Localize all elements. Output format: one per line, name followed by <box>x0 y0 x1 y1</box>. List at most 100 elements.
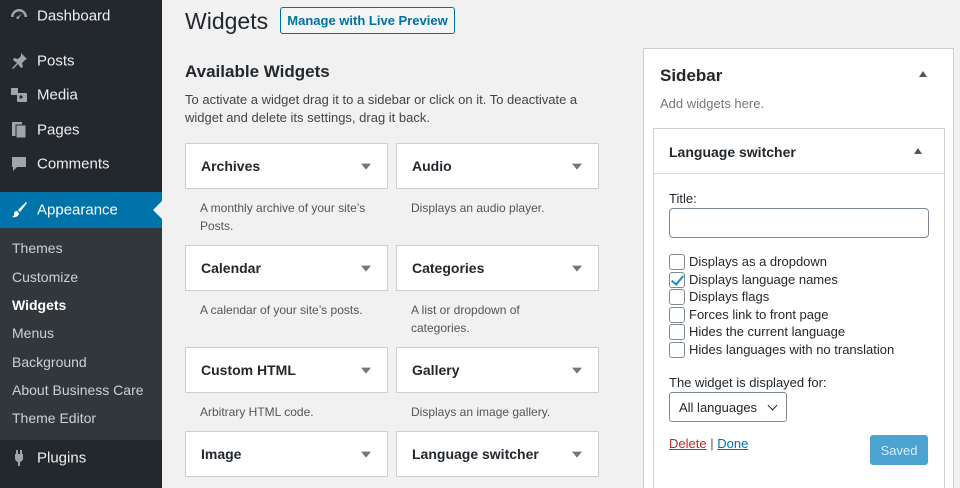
checkbox[interactable] <box>669 341 685 358</box>
title-input[interactable] <box>669 208 929 238</box>
widget-title: Categories <box>412 260 485 276</box>
widget-categories[interactable]: Categories <box>396 245 599 291</box>
link-separator: | <box>710 436 714 451</box>
checkbox[interactable] <box>669 253 685 270</box>
sidebar-area-title: Sidebar <box>660 66 723 85</box>
widget-description: Arbitrary HTML code. <box>200 405 314 419</box>
widget-title: Image <box>201 446 242 462</box>
submenu-item-theme-editor[interactable]: Theme Editor <box>12 410 96 426</box>
menu-label-plugins: Plugins <box>37 449 87 467</box>
menu-item-pages[interactable]: Pages <box>0 112 162 148</box>
widget-title: Gallery <box>412 362 460 378</box>
language-select[interactable]: All languages <box>669 392 787 422</box>
sidebar-area-hint: Add widgets here. <box>660 96 765 111</box>
expand-caret-icon[interactable] <box>361 451 371 458</box>
comments-icon <box>12 157 26 171</box>
saved-button[interactable]: Saved <box>870 435 928 465</box>
checkbox-label: Forces link to front page <box>689 307 829 322</box>
checkbox-label: Hides languages with no translation <box>689 342 895 357</box>
menu-label-comments: Comments <box>37 155 110 173</box>
menu-label-dashboard: Dashboard <box>37 7 111 25</box>
widget-description: Displays an image gallery. <box>411 405 551 419</box>
expand-caret-icon[interactable] <box>572 163 582 170</box>
menu-item-appearance[interactable]: Appearance <box>0 192 162 228</box>
widget-calendar[interactable]: Calendar <box>185 245 388 291</box>
menu-item-comments[interactable]: Comments <box>0 146 162 182</box>
submenu-item-menus[interactable]: Menus <box>12 325 54 341</box>
option-dropdown[interactable]: Displays as a dropdown <box>669 253 827 270</box>
available-widgets-heading: Available Widgets <box>185 62 330 81</box>
option-hide-untranslated[interactable]: Hides languages with no translation <box>669 341 894 358</box>
widget-description: A list or dropdown of categories. <box>411 303 520 335</box>
pages-icon <box>12 122 27 139</box>
media-icon <box>11 88 27 102</box>
option-force-front-page[interactable]: Forces link to front page <box>669 306 828 323</box>
checkbox-label: Displays as a dropdown <box>689 254 828 269</box>
expand-caret-icon[interactable] <box>361 265 371 272</box>
option-hide-current[interactable]: Hides the current language <box>669 323 845 340</box>
submenu-item-about-business-care[interactable]: About Business Care <box>12 382 144 398</box>
admin-sidebar: Dashboard Posts Media Pages Comments App… <box>0 0 162 488</box>
option-language-names[interactable]: Displays language names <box>669 271 838 288</box>
dashboard-icon <box>11 9 27 20</box>
menu-label-appearance: Appearance <box>37 201 118 219</box>
manage-live-preview-button[interactable]: Manage with Live Preview <box>280 7 455 34</box>
menu-item-dashboard[interactable]: Dashboard <box>0 0 162 34</box>
menu-item-media[interactable]: Media <box>0 77 162 113</box>
delete-link[interactable]: Delete <box>669 436 707 451</box>
widget-title: Calendar <box>201 260 261 276</box>
done-link[interactable]: Done <box>717 436 748 451</box>
submenu-item-widgets[interactable]: Widgets <box>12 297 66 313</box>
widget-image[interactable]: Image <box>185 431 388 477</box>
sidebar-widget-area: Sidebar Add widgets here. Language switc… <box>643 48 954 488</box>
menu-label-media: Media <box>37 86 78 104</box>
widget-audio[interactable]: Audio <box>396 143 599 189</box>
widget-description: A monthly archive of your site’s Posts. <box>200 201 366 233</box>
available-widgets-description: To activate a widget drag it to a sideba… <box>185 92 578 125</box>
menu-label-posts: Posts <box>37 52 75 70</box>
menu-label-pages: Pages <box>37 121 80 139</box>
chevron-down-icon <box>767 400 778 411</box>
menu-item-plugins[interactable]: Plugins <box>0 440 162 476</box>
collapse-arrow-icon[interactable] <box>914 148 922 154</box>
pushpin-icon <box>12 53 27 69</box>
display-for-label: The widget is displayed for: <box>669 375 827 390</box>
widget-header-title: Language switcher <box>669 144 796 160</box>
expand-caret-icon[interactable] <box>572 451 582 458</box>
title-label: Title: <box>669 191 697 206</box>
expand-caret-icon[interactable] <box>572 367 582 374</box>
checkbox[interactable] <box>669 306 685 323</box>
widget-title: Archives <box>201 158 261 174</box>
submenu-item-background[interactable]: Background <box>12 354 87 370</box>
widget-archives[interactable]: Archives <box>185 143 388 189</box>
widget-description: A calendar of your site’s posts. <box>200 303 363 317</box>
checkbox-label: Displays language names <box>689 272 838 287</box>
appearance-submenu: Themes Customize Widgets Menus Backgroun… <box>0 228 162 440</box>
paintbrush-icon <box>12 202 27 218</box>
plug-icon <box>14 450 24 466</box>
widget-language-switcher[interactable]: Language switcher <box>396 431 599 477</box>
checkbox[interactable] <box>669 323 685 340</box>
widget-header[interactable]: Language switcher <box>654 129 944 174</box>
language-switcher-widget: Language switcher Title: Displays as a d… <box>653 128 945 488</box>
widget-title: Audio <box>412 158 452 174</box>
expand-caret-icon[interactable] <box>361 163 371 170</box>
language-select-value: All languages <box>679 400 758 415</box>
option-flags[interactable]: Displays flags <box>669 288 769 305</box>
expand-caret-icon[interactable] <box>361 367 371 374</box>
collapse-arrow-icon[interactable] <box>919 71 927 77</box>
widget-gallery[interactable]: Gallery <box>396 347 599 393</box>
widget-title: Custom HTML <box>201 362 296 378</box>
submenu-item-customize[interactable]: Customize <box>12 269 78 285</box>
widget-description: Displays an audio player. <box>411 201 545 215</box>
checkbox-checked[interactable] <box>669 271 685 288</box>
active-menu-arrow <box>153 201 162 219</box>
page-title: Widgets <box>185 8 269 34</box>
checkbox-label: Hides the current language <box>689 324 846 339</box>
menu-item-posts[interactable]: Posts <box>0 43 162 79</box>
submenu-item-themes[interactable]: Themes <box>12 240 63 256</box>
expand-caret-icon[interactable] <box>572 265 582 272</box>
widget-title: Language switcher <box>412 446 539 462</box>
checkbox[interactable] <box>669 288 685 305</box>
widget-custom-html[interactable]: Custom HTML <box>185 347 388 393</box>
